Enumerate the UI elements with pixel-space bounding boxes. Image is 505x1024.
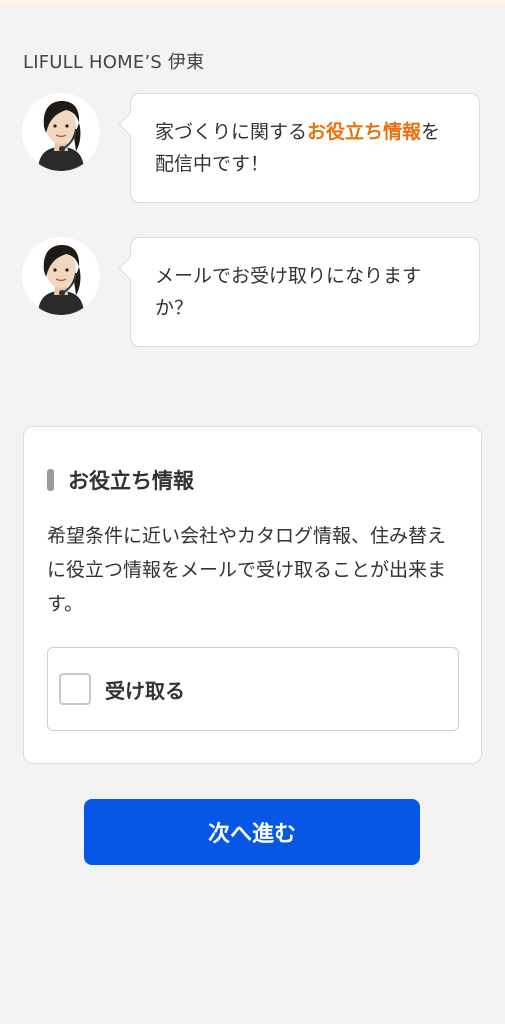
operator-avatar-icon xyxy=(22,237,100,315)
top-strip xyxy=(0,0,505,6)
page-title: LIFULL HOME’S 伊東 xyxy=(23,52,205,73)
operator-avatar-icon xyxy=(22,93,100,171)
receive-checkbox-option[interactable]: 受け取る xyxy=(47,647,459,731)
card-title-bar xyxy=(47,469,54,491)
card-title: お役立ち情報 xyxy=(68,469,194,493)
next-button[interactable]: 次へ進む xyxy=(84,799,420,865)
message-2-text: メールでお受け取りになりますか？ xyxy=(155,265,422,319)
chat-message-2: メールでお受け取りになりますか？ xyxy=(22,237,482,347)
card-description: 希望条件に近い会社やカタログ情報、住み替えに役立つ情報をメールで受け取ることが出… xyxy=(47,525,447,615)
receive-checkbox-label[interactable]: 受け取る xyxy=(105,675,185,704)
chat-bubble-2: メールでお受け取りになりますか？ xyxy=(130,237,480,347)
chat-message-1: 家づくりに関するお役立ち情報を配信中です！ xyxy=(22,93,482,203)
info-card: お役立ち情報 希望条件に近い会社やカタログ情報、住み替えに役立つ情報をメールで受… xyxy=(23,426,482,764)
receive-checkbox[interactable] xyxy=(59,673,91,705)
chat-bubble-1: 家づくりに関するお役立ち情報を配信中です！ xyxy=(130,93,480,203)
message-1-highlight: お役立ち情報 xyxy=(307,121,422,143)
message-1-prefix: 家づくりに関する xyxy=(155,121,308,143)
